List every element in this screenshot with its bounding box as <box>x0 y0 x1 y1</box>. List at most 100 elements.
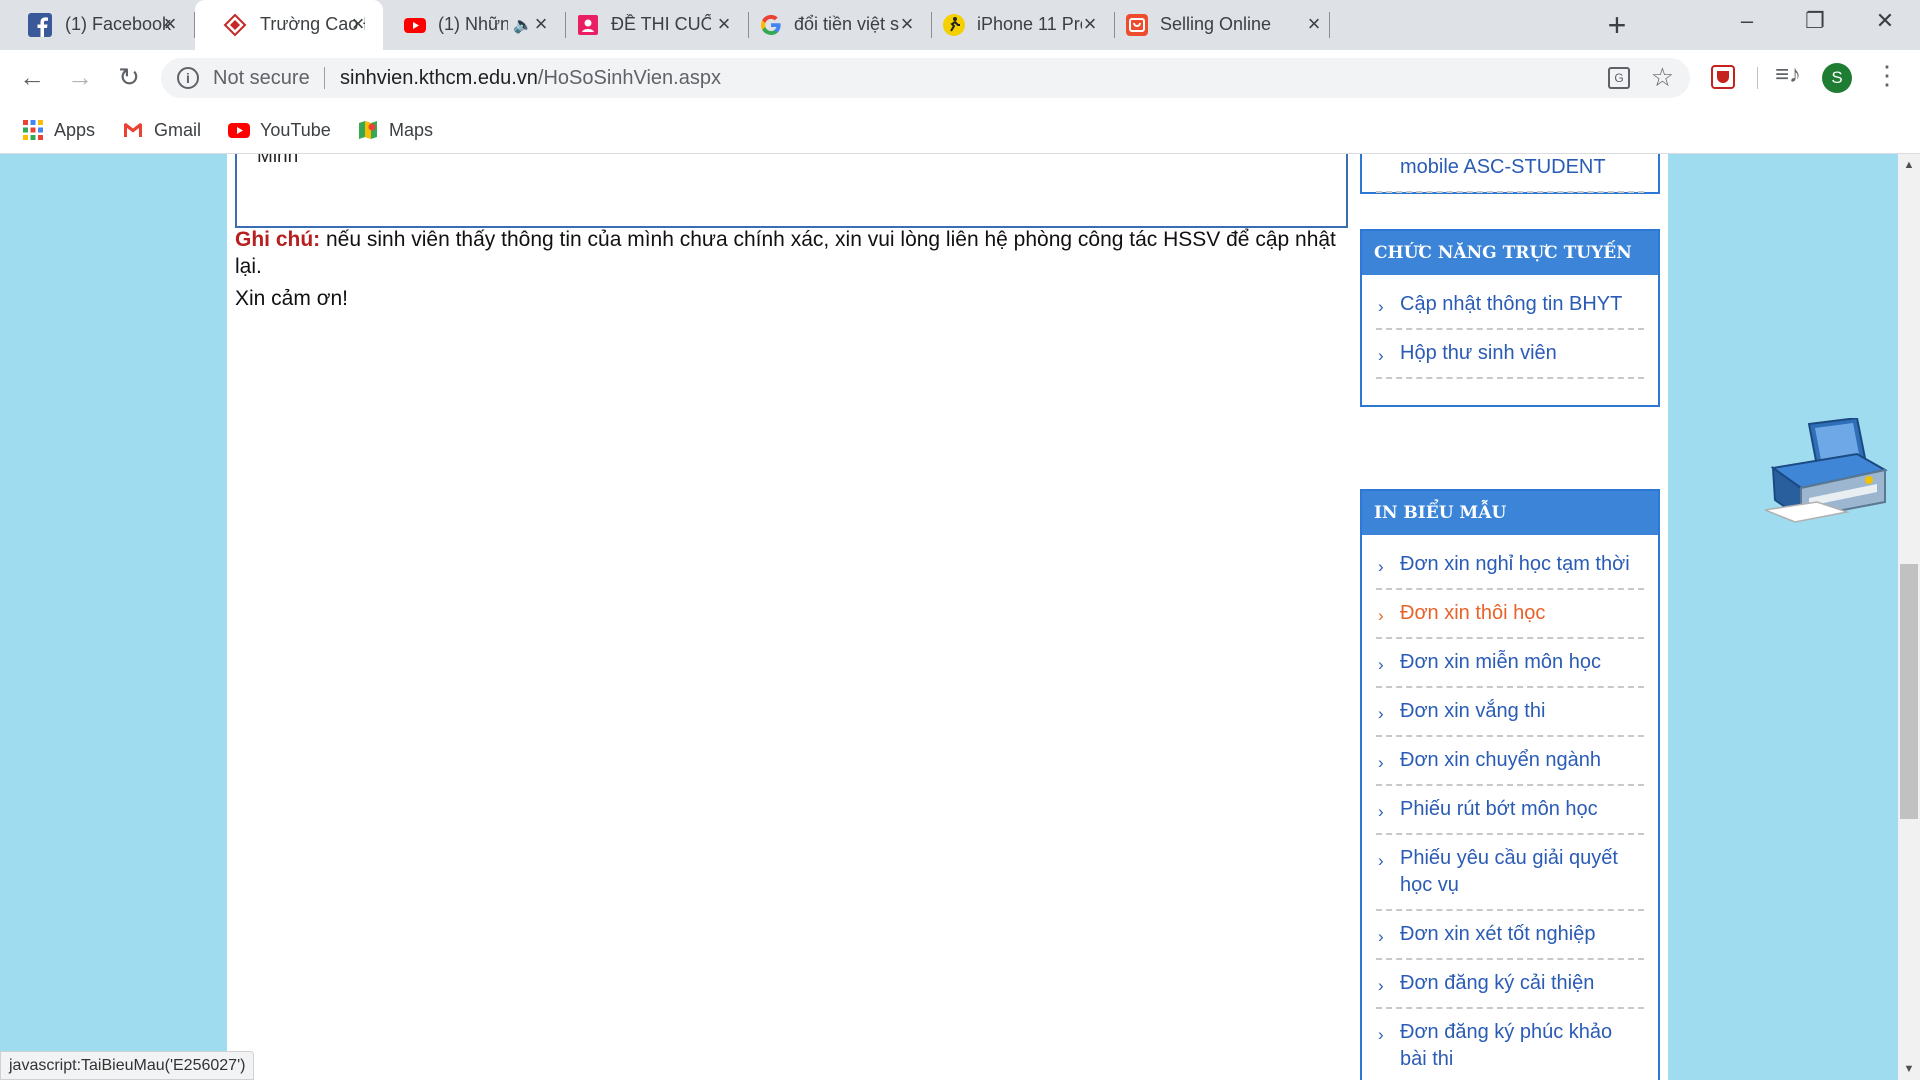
close-tab-icon[interactable]: × <box>530 13 552 35</box>
form-link-academic-request[interactable]: › Phiếu yêu cầu giải quyết học vụ <box>1376 835 1644 911</box>
bookmark-apps[interactable]: Apps <box>22 116 95 144</box>
browser-toolbar: ← → ↻ i Not secure sinhvien.kthcm.edu.vn… <box>0 50 1920 106</box>
contact-icon <box>578 15 598 35</box>
link-label: Đơn xin nghỉ học tạm thời <box>1400 553 1630 575</box>
chevron-right-icon: › <box>1378 1025 1384 1044</box>
bookmark-label: Gmail <box>154 119 202 140</box>
bookmark-maps[interactable]: Maps <box>357 116 433 144</box>
chevron-right-icon: › <box>1378 851 1384 870</box>
bookmark-gmail[interactable]: Gmail <box>122 116 201 144</box>
tab-de-thi[interactable]: ĐỀ THI CUỐI MÔ × <box>566 0 749 50</box>
tab-google-search[interactable]: đổi tiền việt san × <box>749 0 932 50</box>
close-tab-icon[interactable]: × <box>896 13 918 35</box>
info-icon[interactable]: i <box>177 67 199 89</box>
tab-selling-online[interactable]: Selling Online × <box>1115 0 1585 50</box>
tab-facebook[interactable]: (1) Facebook × <box>0 0 195 50</box>
form-link-temporary-leave[interactable]: › Đơn xin nghỉ học tạm thời <box>1376 541 1644 590</box>
close-tab-icon[interactable]: × <box>347 13 369 35</box>
bookmark-label: Apps <box>54 119 96 140</box>
info-text-fragment: Minh <box>257 154 299 167</box>
kebab-menu-icon[interactable]: ⋮ <box>1874 60 1900 91</box>
close-tab-icon[interactable]: × <box>713 13 735 35</box>
form-link-course-exemption[interactable]: › Đơn xin miễn môn học <box>1376 639 1644 688</box>
close-tab-icon[interactable]: × <box>1079 13 1101 35</box>
address-bar[interactable]: i Not secure sinhvien.kthcm.edu.vn/HoSoS… <box>161 58 1690 98</box>
back-button[interactable]: ← <box>16 62 48 94</box>
sidebar-link-mobile-app[interactable]: mobile ASC-STUDENT <box>1376 154 1644 193</box>
scrollbar-thumb[interactable] <box>1900 564 1918 819</box>
form-link-graduation[interactable]: › Đơn xin xét tốt nghiệp <box>1376 911 1644 960</box>
close-window-button[interactable]: ✕ <box>1865 8 1905 38</box>
youtube-icon <box>228 123 250 138</box>
note-text: nếu sinh viên thấy thông tin của mình ch… <box>235 228 1336 278</box>
chevron-right-icon: › <box>1378 927 1384 946</box>
chevron-right-icon: › <box>1378 557 1384 576</box>
link-label: Hộp thư sinh viên <box>1400 342 1557 364</box>
note-label: Ghi chú: <box>235 228 321 251</box>
tab-youtube[interactable]: (1) Những b 🔈 × <box>383 0 566 50</box>
link-label: Đơn xin xét tốt nghiệp <box>1400 923 1596 945</box>
close-tab-icon[interactable]: × <box>1303 13 1325 35</box>
print-forms-heading: IN BIỂU MẪU <box>1362 491 1658 535</box>
forward-button[interactable]: → <box>64 62 96 94</box>
chevron-right-icon: › <box>1378 346 1384 365</box>
extension-icon[interactable] <box>1711 65 1735 89</box>
sidebar-box-print-forms: IN BIỂU MẪU › Đơn xin nghỉ học tạm thời ›… <box>1360 489 1660 1080</box>
tab-title: (1) Những b <box>438 14 508 34</box>
url-text[interactable]: sinhvien.kthcm.edu.vn/HoSoSinhVien.aspx <box>340 67 721 90</box>
sidebar-box-student-app: mobile ASC-STUDENT <box>1360 154 1660 194</box>
link-label: Đơn xin vắng thi <box>1400 700 1546 722</box>
link-label: Phiếu yêu cầu giải quyết học vụ <box>1400 847 1618 896</box>
tab-truong-cao-dang[interactable]: Trường Cao Đẳng × <box>195 0 383 50</box>
sidebar-link-mailbox[interactable]: › Hộp thư sinh viên <box>1376 330 1644 379</box>
chevron-right-icon: › <box>1378 704 1384 723</box>
media-control-icon[interactable]: ≡♪ <box>1775 61 1801 89</box>
facebook-icon <box>28 13 52 37</box>
tab-title: đổi tiền việt san <box>794 14 899 34</box>
online-functions-heading: CHỨC NĂNG TRỰC TUYẾN <box>1362 231 1658 275</box>
thanks-text: Xin cảm ơn! <box>235 287 348 310</box>
chevron-right-icon: › <box>1378 606 1384 625</box>
minimize-button[interactable]: – <box>1727 8 1767 38</box>
link-label: mobile ASC-STUDENT <box>1400 156 1606 178</box>
sidebar-box-online-functions: CHỨC NĂNG TRỰC TUYẾN › Cập nhật thông tin… <box>1360 229 1660 407</box>
tab-title: ĐỀ THI CUỐI MÔ <box>611 14 711 34</box>
web-page: Minh Ghi chú: nếu sinh viên thấy thông t… <box>0 154 1898 1080</box>
reload-button[interactable]: ↻ <box>113 62 145 94</box>
bookmark-label: YouTube <box>260 119 331 140</box>
avatar[interactable]: S <box>1822 63 1852 93</box>
security-label[interactable]: Not secure <box>213 67 310 90</box>
link-label: Đơn xin chuyển ngành <box>1400 749 1602 771</box>
tab-iphone[interactable]: iPhone 11 Pro M × <box>932 0 1115 50</box>
link-label: Đơn đăng ký phúc khảo bài thi <box>1400 1021 1613 1070</box>
note-paragraph: Ghi chú: nếu sinh viên thấy thông tin củ… <box>235 226 1345 280</box>
printer-icon <box>1765 418 1888 523</box>
toolbar-divider <box>1757 67 1758 89</box>
form-link-exam-review[interactable]: › Đơn đăng ký phúc khảo bài thi <box>1376 1009 1644 1080</box>
bookmarks-bar: Apps Gmail YouTube Maps <box>0 106 1920 154</box>
scroll-up-arrow-icon[interactable]: ▲ <box>1898 154 1920 176</box>
scroll-down-arrow-icon[interactable]: ▼ <box>1898 1058 1920 1080</box>
restore-button[interactable]: ❐ <box>1795 8 1835 38</box>
form-link-withdrawal[interactable]: › Đơn xin thôi học <box>1376 590 1644 639</box>
chevron-right-icon: › <box>1378 753 1384 772</box>
close-tab-icon[interactable]: × <box>159 13 181 35</box>
form-link-change-major[interactable]: › Đơn xin chuyển ngành <box>1376 737 1644 786</box>
student-info-box: Minh <box>235 154 1348 228</box>
new-tab-button[interactable]: + <box>1601 9 1633 42</box>
page-scrollbar[interactable]: ▲ ▼ <box>1898 154 1920 1080</box>
tab-title: iPhone 11 Pro M <box>977 14 1082 34</box>
form-link-drop-course[interactable]: › Phiếu rút bớt môn học <box>1376 786 1644 835</box>
apps-grid-icon <box>23 120 43 140</box>
form-link-grade-improvement[interactable]: › Đơn đăng ký cải thiện <box>1376 960 1644 1009</box>
chevron-right-icon: › <box>1378 976 1384 995</box>
form-link-exam-absence[interactable]: › Đơn xin vắng thi <box>1376 688 1644 737</box>
gmail-icon <box>124 123 142 137</box>
translate-icon[interactable]: G <box>1608 67 1630 89</box>
url-host: sinhvien.kthcm.edu.vn <box>340 67 538 89</box>
bookmark-star-icon[interactable]: ☆ <box>1651 62 1674 93</box>
content-area: Minh Ghi chú: nếu sinh viên thấy thông t… <box>227 154 1888 1080</box>
bookmark-youtube[interactable]: YouTube <box>228 116 331 144</box>
tab-separator <box>1329 12 1330 38</box>
sidebar-link-bhyt[interactable]: › Cập nhật thông tin BHYT <box>1376 281 1644 330</box>
